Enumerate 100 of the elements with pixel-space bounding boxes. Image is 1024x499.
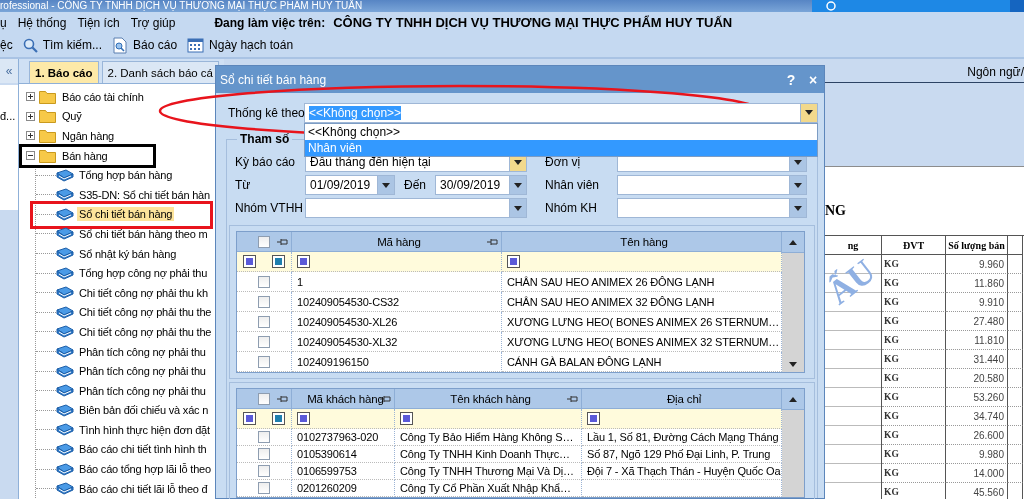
- column-header[interactable]: Mã hàng: [377, 235, 421, 248]
- tree-item[interactable]: Báo cáo tài chính: [60, 89, 146, 104]
- table-cell: 1: [297, 275, 303, 288]
- folder-icon: [39, 89, 56, 104]
- tab[interactable]: 1. Báo cáo: [29, 61, 99, 83]
- dropdown-field[interactable]: [617, 175, 807, 195]
- dropdown-button[interactable]: [800, 103, 817, 122]
- table-cell: 102409054530-XL32: [297, 335, 398, 348]
- menu-item[interactable]: Trợ giúp: [130, 15, 176, 30]
- dropdown-button[interactable]: [789, 176, 806, 194]
- column-header[interactable]: Mã khách hàng: [307, 392, 384, 405]
- book-icon: [56, 462, 74, 476]
- dropdown-button[interactable]: [509, 199, 526, 217]
- table-cell: KG: [884, 373, 899, 383]
- scrollbar[interactable]: [782, 410, 804, 497]
- tree-item[interactable]: Sổ chi tiết bán hàng: [77, 207, 175, 222]
- table-cell: CHÂN SAU HEO ANIMEX 32 ĐÔNG LẠNH: [507, 295, 715, 308]
- dropdown-field[interactable]: [305, 198, 527, 218]
- table-cell: 11.860: [974, 277, 1004, 289]
- table-cell: 9.960: [978, 258, 1004, 270]
- dropdown-field[interactable]: 30/09/2019: [435, 175, 527, 195]
- tree-item[interactable]: Quỹ: [60, 109, 84, 124]
- tree-item[interactable]: Biên bản đối chiếu và xác n: [77, 403, 211, 418]
- menu-item[interactable]: Hệ thống: [17, 15, 67, 30]
- dropdown-field[interactable]: 01/09/2019: [305, 175, 395, 195]
- column-header[interactable]: Tên khách hàng: [450, 392, 531, 405]
- tree-item[interactable]: Sổ nhật ký bán hàng: [77, 246, 179, 261]
- dropdown-button[interactable]: [509, 176, 526, 194]
- list-item[interactable]: đ...: [0, 110, 16, 122]
- filter-icon: [272, 412, 285, 425]
- filter-icon: [587, 412, 600, 425]
- tree-item[interactable]: Bán hàng: [60, 148, 110, 163]
- filter-icon: [400, 412, 413, 425]
- tree-item[interactable]: Chi tiết công nợ phải thu the: [77, 324, 214, 339]
- column-header: ng: [847, 240, 859, 250]
- checkbox[interactable]: [258, 315, 270, 328]
- collapse-icon[interactable]: [26, 151, 35, 161]
- table-cell: KG: [884, 487, 899, 497]
- tree-item[interactable]: Phân tích công nợ phải thu: [77, 364, 208, 379]
- table-cell: XƯƠNG LƯNG HEO( BONES ANIMEX 26 STERNUM…: [507, 315, 780, 328]
- dropdown-option[interactable]: <<Không chọn>>: [305, 123, 817, 140]
- table-cell: Số 87, Ngõ 129 Phố Đại Linh, P. Trung: [587, 448, 771, 460]
- table-cell: KG: [884, 278, 899, 288]
- tree-item[interactable]: Báo cáo chi tiết tình hình th: [77, 442, 209, 457]
- tree-item[interactable]: Sổ chi tiết bán hàng theo m: [77, 226, 210, 241]
- tree-item[interactable]: Phân tích công nợ phải thu: [77, 344, 208, 359]
- checkbox[interactable]: [258, 392, 270, 405]
- tree-item[interactable]: Báo cáo chi tiết lãi lỗ theo đ: [77, 481, 210, 496]
- folder-icon: [39, 129, 56, 143]
- menu-item[interactable]: Tiện ích: [77, 15, 120, 30]
- book-icon: [56, 168, 74, 182]
- tree-item[interactable]: Chi tiết công nợ phải thu kh: [77, 285, 210, 300]
- toolbar-button[interactable]: Ngày hạch toán: [187, 37, 294, 53]
- checkbox[interactable]: [258, 355, 270, 368]
- collapse-button[interactable]: «: [0, 59, 18, 83]
- table-cell: Công Ty TNHH Thương Mại Và Dị…: [400, 465, 574, 477]
- dropdown-button[interactable]: [377, 176, 394, 194]
- expand-icon[interactable]: [26, 92, 35, 102]
- table-cell: Công Ty Cổ Phần Xuất Nhập Khẩ…: [400, 482, 571, 494]
- book-icon: [56, 207, 74, 221]
- table-cell: 31.440: [973, 353, 1004, 365]
- column-header[interactable]: Tên hàng: [620, 235, 668, 248]
- pin-icon: [487, 238, 498, 246]
- checkbox[interactable]: [258, 465, 270, 477]
- tree-item[interactable]: Tổng hợp công nợ phải thu: [77, 266, 210, 281]
- tree-item[interactable]: S35-DN: Sổ chi tiết bán hàn: [77, 187, 212, 202]
- toolbar-button[interactable]: Tìm kiếm...: [22, 37, 103, 53]
- checkbox[interactable]: [258, 482, 270, 494]
- field-value: <<Không chọn>>: [309, 105, 402, 120]
- expand-icon[interactable]: [26, 131, 35, 141]
- column-header[interactable]: Địa chỉ: [666, 392, 702, 405]
- search-icon: [22, 37, 38, 53]
- dropdown-field[interactable]: [617, 198, 807, 218]
- menu-item[interactable]: ụ: [0, 15, 7, 30]
- scrollbar[interactable]: [782, 253, 804, 372]
- report-title: NG: [825, 202, 847, 220]
- checkbox[interactable]: [258, 335, 270, 348]
- tree-item[interactable]: Chi tiết công nợ phải thu the: [77, 305, 214, 320]
- book-icon: [56, 482, 74, 496]
- tree-item[interactable]: Phân tích công nợ phải thu: [77, 383, 208, 398]
- toolbar-button[interactable]: Báo cáo: [112, 36, 178, 54]
- tree-item[interactable]: Ngân hàng: [60, 129, 117, 143]
- dialog-title: Sổ chi tiết bán hàng: [220, 72, 328, 87]
- checkbox[interactable]: [258, 448, 270, 460]
- table-cell: Công Ty Bảo Hiểm Hàng Không S…: [400, 431, 574, 443]
- checkbox[interactable]: [258, 431, 270, 443]
- field-label: Nhóm VTHH: [235, 201, 304, 215]
- tree-item[interactable]: Tổng hợp bán hàng: [77, 168, 175, 183]
- checkbox[interactable]: [258, 295, 270, 308]
- pin-icon: [277, 238, 288, 246]
- tab[interactable]: 2. Danh sách báo cá: [101, 61, 220, 83]
- checkbox[interactable]: [258, 235, 270, 248]
- checkbox[interactable]: [258, 275, 270, 288]
- expand-icon[interactable]: [26, 111, 35, 121]
- toolbar-button[interactable]: ệc: [0, 38, 13, 52]
- tree-item[interactable]: Báo cáo tổng hợp lãi lỗ theo: [77, 462, 213, 477]
- column-header: Số lượng bán: [948, 240, 1005, 250]
- field-label: Đơn vị: [545, 155, 582, 169]
- dropdown-button[interactable]: [789, 199, 806, 217]
- tree-item[interactable]: Tình hình thực hiện đơn đặt: [77, 422, 212, 437]
